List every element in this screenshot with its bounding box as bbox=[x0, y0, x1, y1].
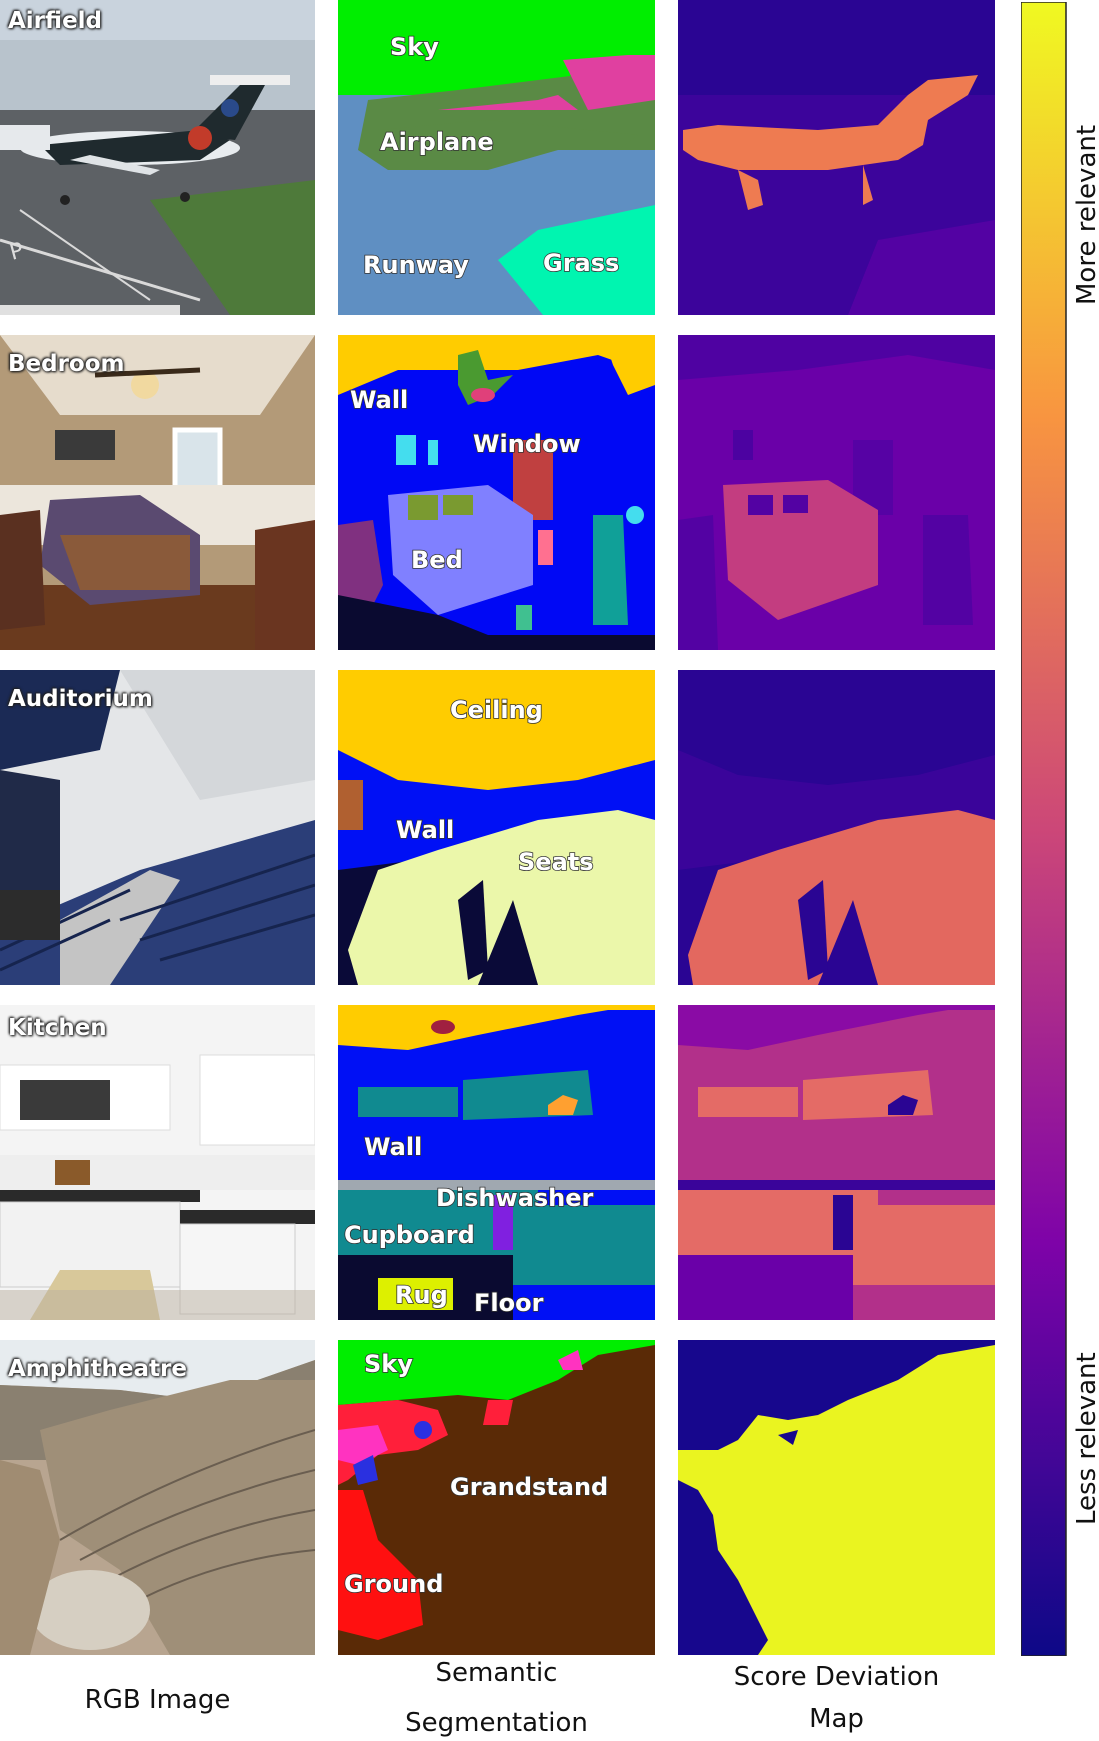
score-map-kitchen bbox=[678, 1005, 995, 1320]
caption-semantic-line2: Segmentation bbox=[405, 1708, 588, 1738]
seg-label: Seats bbox=[518, 848, 594, 876]
score-map-auditorium bbox=[678, 670, 995, 985]
colorbar-label-bottom: Less relevant bbox=[1072, 1352, 1099, 1525]
rgb-image-kitchen: Kitchen bbox=[0, 1005, 315, 1320]
scene-title-airfield: Airfield bbox=[8, 8, 103, 34]
amphitheatre-photo bbox=[0, 1340, 315, 1655]
rgb-image-auditorium: Auditorium bbox=[0, 670, 315, 985]
seg-label: Airplane bbox=[380, 128, 494, 156]
seg-label: Runway bbox=[363, 251, 469, 279]
auditorium-photo bbox=[0, 670, 315, 985]
segmentation-amphitheatre: Sky Grandstand Ground bbox=[338, 1340, 655, 1655]
bedroom-photo bbox=[0, 335, 315, 650]
seg-label: Bed bbox=[411, 546, 463, 574]
seg-label: Grass bbox=[543, 249, 619, 277]
score-map-bedroom bbox=[678, 335, 995, 650]
score-map-airfield bbox=[678, 0, 995, 315]
rgb-image-amphitheatre: Amphitheatre bbox=[0, 1340, 315, 1655]
colorbar-fill bbox=[1020, 1, 1067, 1657]
caption-semantic-line1: Semantic bbox=[435, 1658, 558, 1688]
seg-label: Floor bbox=[474, 1289, 544, 1317]
rgb-image-bedroom: Bedroom bbox=[0, 335, 315, 650]
seg-label: Sky bbox=[364, 1350, 413, 1378]
kitchen-photo bbox=[0, 1005, 315, 1320]
segmentation-auditorium: Ceiling Wall Seats bbox=[338, 670, 655, 985]
scene-title-amphitheatre: Amphitheatre bbox=[8, 1356, 187, 1382]
caption-score-line1: Score Deviation bbox=[733, 1662, 940, 1692]
seg-label: Dishwasher bbox=[436, 1184, 594, 1212]
seg-label: Wall bbox=[396, 816, 454, 844]
seg-label: Ceiling bbox=[450, 696, 543, 724]
seg-label: Grandstand bbox=[450, 1473, 608, 1501]
seg-label: Wall bbox=[364, 1133, 422, 1161]
segmentation-bedroom: Wall Window Bed bbox=[338, 335, 655, 650]
segmentation-airfield: Sky Airplane Runway Grass bbox=[338, 0, 655, 315]
scene-title-bedroom: Bedroom bbox=[8, 351, 125, 377]
seg-label: Wall bbox=[350, 386, 408, 414]
scene-title-auditorium: Auditorium bbox=[8, 686, 153, 712]
seg-label: Rug bbox=[395, 1281, 448, 1309]
seg-label: Cupboard bbox=[344, 1221, 475, 1249]
scene-title-kitchen: Kitchen bbox=[8, 1015, 107, 1041]
rgb-image-airfield: P Airfield bbox=[0, 0, 315, 315]
score-map-amphitheatre bbox=[678, 1340, 995, 1655]
seg-label: Window bbox=[473, 430, 581, 458]
airfield-photo: P bbox=[0, 0, 315, 315]
segmentation-kitchen: Wall Dishwasher Cupboard Rug Floor bbox=[338, 1005, 655, 1320]
seg-label: Ground bbox=[344, 1570, 443, 1598]
caption-score-line2: Map bbox=[809, 1704, 864, 1734]
seg-label: Sky bbox=[390, 33, 439, 61]
caption-rgb-image: RGB Image bbox=[84, 1685, 231, 1715]
colorbar-label-top: More relevant bbox=[1072, 124, 1099, 305]
